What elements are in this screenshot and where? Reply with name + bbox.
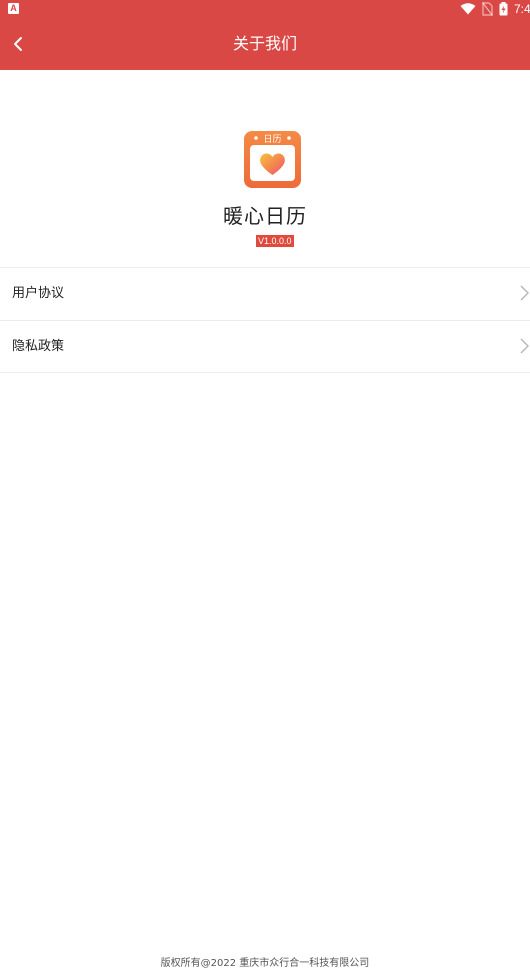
app-info-section: 日历 暖心日历 V1.0.0.0 [0, 70, 530, 267]
clock-time: 7:4 [514, 2, 530, 16]
privacy-policy-label: 隐私政策 [12, 339, 65, 354]
chevron-left-icon [14, 37, 22, 51]
page-title: 关于我们 [232, 34, 297, 53]
user-agreement-row[interactable]: 用户协议 [0, 268, 530, 319]
privacy-policy-row[interactable]: 隐私政策 [0, 321, 530, 372]
no-sim-icon [482, 2, 493, 16]
user-agreement-label: 用户协议 [12, 286, 65, 301]
status-icons: 7:4 [460, 1, 530, 17]
divider [0, 372, 530, 373]
status-bar: A 7:4 [0, 0, 530, 18]
wifi-icon [460, 3, 476, 15]
app-name: 暖心日历 [223, 204, 307, 228]
chevron-right-icon [520, 285, 529, 301]
accessibility-notification-icon: A [8, 3, 19, 14]
app-bar: 关于我们 [0, 18, 530, 70]
back-button[interactable] [2, 26, 34, 62]
copyright-footer: 版权所有@2022 重庆市众行合一科技有限公司 [160, 958, 370, 969]
version-badge: V1.0.0.0 [256, 235, 294, 247]
battery-charging-icon [499, 2, 508, 16]
chevron-right-icon [520, 338, 529, 354]
logo-text: 日历 [263, 134, 281, 145]
heart-calendar-icon: 日历 [244, 131, 301, 188]
